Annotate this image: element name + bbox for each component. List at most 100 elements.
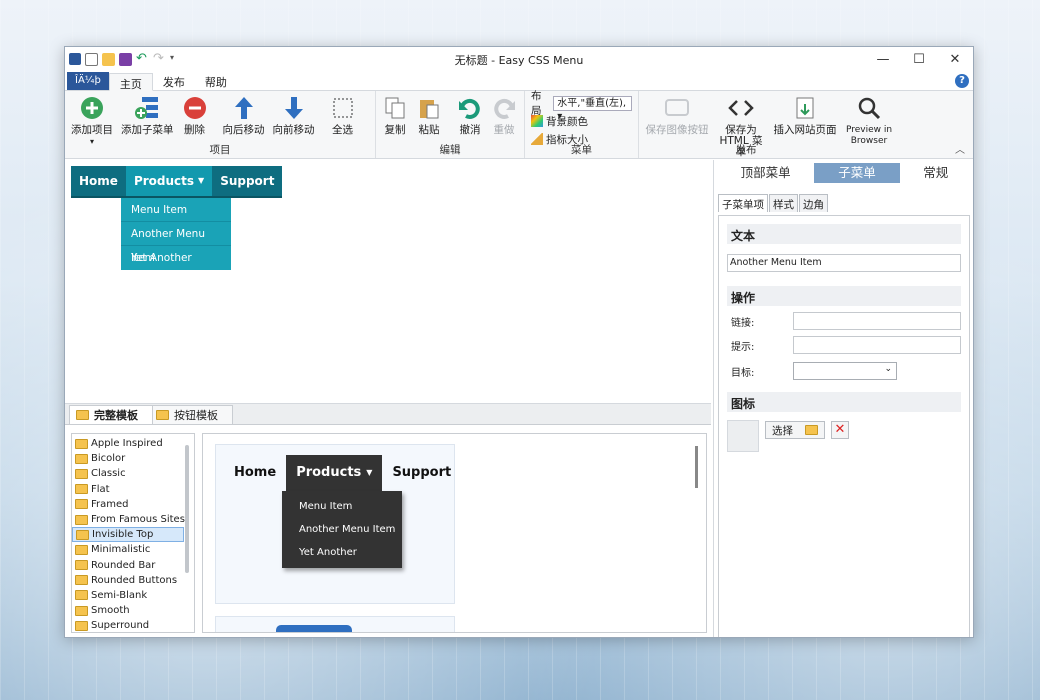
subtab-style[interactable]: 样式 xyxy=(769,194,798,212)
tip-input[interactable] xyxy=(793,336,961,354)
preview-submenu-item: Another Menu Item xyxy=(299,524,396,535)
tab-full-templates[interactable]: 完整模板 xyxy=(69,405,153,424)
folder-icon xyxy=(805,425,818,435)
paste-button[interactable]: 粘贴 xyxy=(412,93,446,138)
help-icon[interactable]: ? xyxy=(955,74,969,88)
link-label: 链接: xyxy=(731,317,755,329)
template-item[interactable]: Flat xyxy=(72,482,194,497)
target-select[interactable]: ⌄ xyxy=(793,362,897,380)
add-item-button[interactable]: 添加项目 ▾ xyxy=(67,93,117,149)
ribbon: 添加项目▾ 添加子菜单 删除 向后移动 向前移动 全选 项目 复制 粘贴 撤消 xyxy=(65,90,973,159)
delete-icon xyxy=(183,97,206,119)
canvas-submenu: Menu Item Another Menu Item Yet Another xyxy=(121,198,231,270)
template-item[interactable]: Semi-Blank xyxy=(72,588,194,603)
group-items: 添加项目 ▾ 添加子菜单 删除 向后移动 向前移动 全选 项目 xyxy=(65,91,376,158)
chevron-down-icon: ⌄ xyxy=(884,364,892,374)
ribbon-tabs: ÎÄ¼þ 主页 发布 帮助 ? xyxy=(65,71,973,91)
subtab-submenu-item[interactable]: 子菜单项 xyxy=(718,194,768,212)
move-back-button[interactable]: 向后移动 xyxy=(219,93,269,138)
canvas-submenu-item[interactable]: Yet Another xyxy=(121,246,231,270)
template-item[interactable]: Framed xyxy=(72,497,194,512)
copy-icon xyxy=(385,97,405,119)
preview-menu-item-home: Home xyxy=(234,465,277,480)
preview-button-shape xyxy=(276,625,352,632)
tab-home[interactable]: 主页 xyxy=(108,73,153,91)
minimize-button[interactable]: — xyxy=(865,47,901,71)
add-submenu-icon xyxy=(135,97,159,119)
canvas-submenu-item[interactable]: Another Menu Item xyxy=(121,222,231,264)
section-action: 操作 xyxy=(727,286,961,306)
select-all-button[interactable]: 全选 xyxy=(326,93,360,138)
delete-button[interactable]: 删除 xyxy=(178,93,212,138)
template-item[interactable]: Classic xyxy=(72,466,194,481)
group-publish: 保存图像按钮 保存为 HTML 菜单 插入网站页面 Preview in Bro… xyxy=(639,91,913,158)
properties-pane: 顶部菜单 子菜单 常规 子菜单项 样式 边角 文本 Another Menu I… xyxy=(713,160,973,637)
insert-site-button[interactable]: 插入网站页面 xyxy=(769,93,841,138)
add-subitem-button[interactable]: 添加子菜单 xyxy=(117,93,178,138)
copy-button[interactable]: 复制 xyxy=(378,93,412,138)
folder-icon xyxy=(75,484,88,495)
canvas-menu-item-products[interactable]: Products ▼ xyxy=(125,166,213,196)
template-tabs: 完整模板 按钮模板 xyxy=(65,403,711,425)
subtab-corners[interactable]: 边角 xyxy=(799,194,828,212)
template-item[interactable]: Rounded Bar xyxy=(72,558,194,573)
move-forward-button[interactable]: 向前移动 xyxy=(269,93,319,138)
remove-icon-button[interactable]: ✕ xyxy=(831,421,849,439)
template-item[interactable]: Superround xyxy=(72,618,194,632)
canvas-menu-item-support[interactable]: Support xyxy=(212,166,282,196)
menu-canvas[interactable]: Home Products ▼ Support Menu Item Another… xyxy=(65,160,711,400)
tab-top-menu[interactable]: 顶部菜单 xyxy=(719,163,813,183)
folder-icon xyxy=(76,529,89,540)
folder-icon xyxy=(75,514,88,525)
folder-icon xyxy=(76,410,89,420)
dropdown-arrow-icon: ▼ xyxy=(198,176,205,185)
redo-button[interactable]: 重做 xyxy=(487,93,521,138)
icon-preview xyxy=(727,420,759,452)
group-menu: 布局 水平,"垂直(左), ▾ 背景颜色 指标大小 菜单 xyxy=(525,90,639,158)
template-item[interactable]: Apple Inspired xyxy=(72,436,194,451)
layout-select[interactable]: 水平,"垂直(左), ▾ xyxy=(553,95,632,122)
canvas-menu-item-home[interactable]: Home xyxy=(71,166,126,196)
group-label-publish: 发布 xyxy=(735,144,757,156)
choose-icon-button[interactable]: 选择 xyxy=(765,421,825,439)
preview-card[interactable]: Home Products ▼ Support Menu Item Another… xyxy=(215,444,455,604)
section-icon: 图标 xyxy=(727,392,961,412)
template-item[interactable]: Smooth xyxy=(72,603,194,618)
arrow-up-icon xyxy=(234,97,253,119)
template-list-scrollbar[interactable] xyxy=(185,445,189,573)
link-input[interactable] xyxy=(793,312,961,330)
submenu-item-panel: 文本 Another Menu Item 操作 链接: 提示: 目标: ⌄ 图标 … xyxy=(718,215,970,637)
code-icon xyxy=(728,100,754,116)
folder-icon xyxy=(75,453,88,464)
maximize-button[interactable]: ☐ xyxy=(901,47,937,71)
canvas-submenu-item[interactable]: Menu Item xyxy=(121,198,231,222)
template-preview: Home Products ▼ Support Menu Item Another… xyxy=(202,433,707,633)
file-tab[interactable]: ÎÄ¼þ xyxy=(67,72,109,90)
undo-button[interactable]: 撤消 xyxy=(453,93,487,138)
background-color-button[interactable]: 背景颜色 xyxy=(531,113,632,129)
group-label-menu: 菜单 xyxy=(571,144,592,156)
close-button[interactable]: ✕ xyxy=(937,47,973,71)
palette-icon xyxy=(531,115,543,127)
preview-card-next[interactable] xyxy=(215,616,455,632)
preview-scrollbar[interactable] xyxy=(695,446,698,488)
tab-general[interactable]: 常规 xyxy=(901,163,970,183)
tip-label: 提示: xyxy=(731,341,755,353)
magnifier-icon xyxy=(858,97,881,120)
preview-browser-button[interactable]: Preview in Browser xyxy=(841,93,897,149)
tab-help[interactable]: 帮助 xyxy=(195,72,237,90)
template-item[interactable]: Bicolor xyxy=(72,451,194,466)
template-item[interactable]: Minimalistic xyxy=(72,542,194,557)
template-item[interactable]: From Famous Sites xyxy=(72,512,194,527)
template-item-selected[interactable]: Invisible Top xyxy=(72,527,184,543)
tab-button-templates[interactable]: 按钮模板 xyxy=(149,405,233,424)
folder-icon xyxy=(75,575,88,586)
collapse-ribbon-icon[interactable]: ︿ xyxy=(955,141,965,156)
tab-submenu[interactable]: 子菜单 xyxy=(813,163,900,183)
template-item[interactable]: Rounded Buttons xyxy=(72,573,194,588)
redo-icon xyxy=(494,99,515,119)
canvas-menu-bar: Home Products ▼ Support xyxy=(71,166,283,198)
tab-publish[interactable]: 发布 xyxy=(153,72,195,90)
save-image-button[interactable]: 保存图像按钮 xyxy=(641,93,713,138)
text-input[interactable]: Another Menu Item xyxy=(727,254,961,272)
